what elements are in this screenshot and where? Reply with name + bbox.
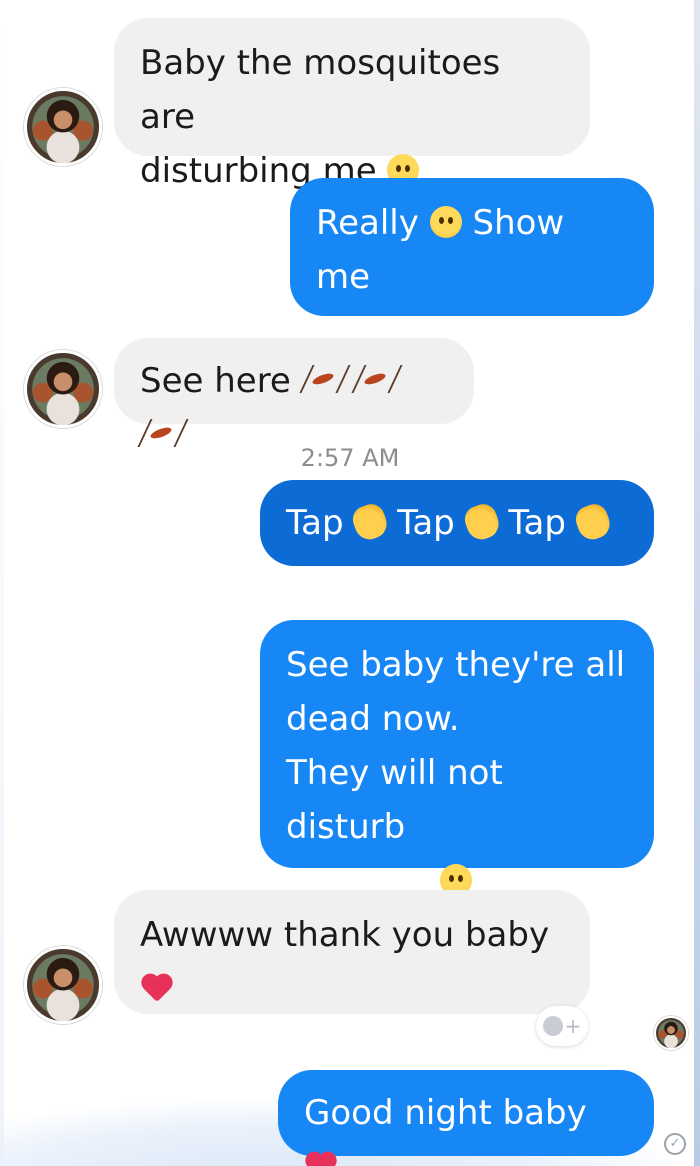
delivered-check-icon: ✓	[664, 1133, 686, 1155]
mosquito-icon	[354, 363, 396, 395]
contact-avatar[interactable]	[24, 946, 102, 1024]
left-edge	[0, 0, 4, 1166]
read-receipt-avatar	[654, 1016, 688, 1050]
weary-face-icon	[429, 205, 462, 238]
message-text: See here	[140, 361, 291, 401]
message-text: Awwww thank you baby	[140, 915, 550, 955]
message-line	[140, 962, 564, 1016]
message-text: Good night baby	[304, 1093, 587, 1133]
clapping-hands-icon	[460, 500, 503, 543]
sparkling-heart-icon	[140, 973, 174, 1003]
add-reaction-button[interactable]: +	[536, 1006, 588, 1046]
message-word: Tap	[397, 503, 455, 543]
message-word: Tap	[508, 503, 566, 543]
message-word: Tap	[286, 503, 344, 543]
plus-label: +	[564, 1014, 582, 1038]
message-outgoing[interactable]: Tap Tap Tap	[260, 480, 654, 566]
contact-avatar[interactable]	[24, 88, 102, 166]
clapping-hands-icon	[349, 500, 392, 543]
message-line: They will not disturb	[286, 753, 503, 847]
message-incoming[interactable]: Awwww thank you baby	[114, 890, 590, 1014]
message-line: Baby the mosquitoes are	[140, 43, 501, 137]
message-line: Really Show me	[316, 203, 565, 297]
two-hearts-icon	[304, 1151, 338, 1166]
mosquito-icon	[302, 363, 344, 395]
smiley-icon	[542, 1016, 563, 1036]
message-outgoing[interactable]: Good night baby	[278, 1070, 654, 1156]
message-outgoing[interactable]: Really Show me where are they?	[290, 178, 654, 351]
clapping-hands-icon	[571, 500, 614, 543]
message-line: dead now.	[286, 699, 460, 739]
message-line: See baby they're all	[286, 645, 626, 685]
message-incoming[interactable]: See here	[114, 338, 474, 424]
scrollbar[interactable]	[694, 0, 700, 1166]
message-incoming[interactable]: Baby the mosquitoes are disturbing me	[114, 18, 590, 191]
message-timestamp: 2:57 AM	[300, 444, 400, 472]
contact-avatar[interactable]	[24, 350, 102, 428]
message-outgoing[interactable]: See baby they're all dead now. They will…	[260, 620, 654, 901]
